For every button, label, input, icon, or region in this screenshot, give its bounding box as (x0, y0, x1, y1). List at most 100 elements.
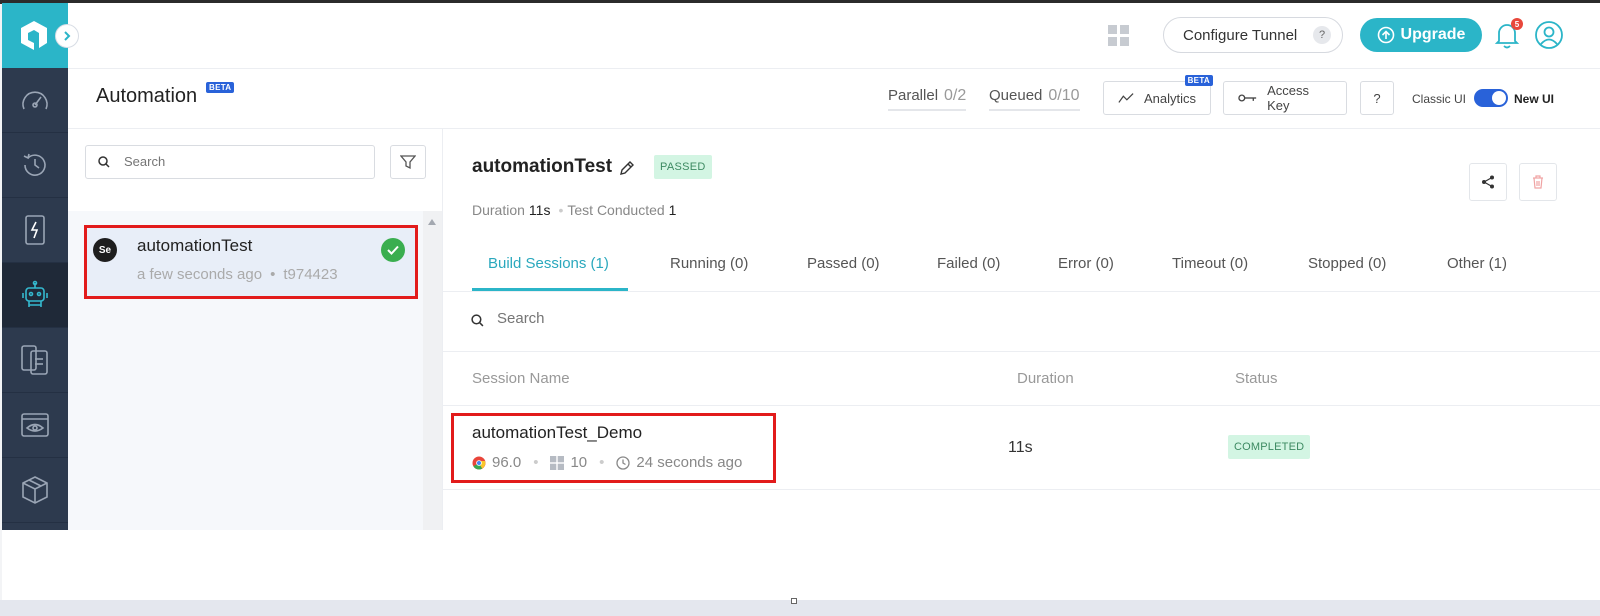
session-tabs: Build Sessions (1) Running (0) Passed (0… (443, 241, 1600, 292)
build-detail-panel: automationTest PASSED Duration 11s • Test C… (443, 129, 1600, 530)
access-key-label: Access Key (1267, 83, 1310, 113)
build-title: automationTest (472, 156, 613, 177)
lambdatest-logo-icon (21, 21, 47, 50)
session-duration: 11s (1008, 439, 1033, 456)
session-status-badge: COMPLETED (1228, 435, 1311, 459)
duration-value: 11s (528, 202, 551, 218)
tab-failed[interactable]: Failed (0) (937, 255, 1000, 272)
notification-badge: 5 (1511, 18, 1523, 30)
key-icon (1238, 94, 1257, 102)
separator-dot: • (599, 454, 605, 471)
column-duration: Duration (1017, 370, 1074, 387)
delete-button[interactable] (1519, 163, 1557, 201)
build-list-item[interactable]: Se automationTest a few seconds ago • t974… (84, 225, 418, 299)
access-key-button[interactable]: Access Key (1223, 81, 1347, 115)
session-name[interactable]: automationTest_Demo (472, 423, 642, 443)
page-title: Automation BETA (96, 82, 235, 108)
share-button[interactable] (1469, 163, 1507, 201)
separator-dot: • (558, 202, 564, 218)
build-status-badge: PASSED (654, 155, 712, 179)
window-bottom-strip (0, 600, 1600, 616)
tab-stopped[interactable]: Stopped (0) (1308, 255, 1386, 272)
robot-icon (22, 280, 48, 307)
app-window: Configure Tunnel ? Upgrade 5 Automation … (2, 3, 1600, 600)
build-list-scrollbar[interactable] (423, 211, 442, 530)
classic-ui-label: Classic UI (1412, 92, 1467, 106)
user-avatar-icon[interactable] (1534, 20, 1564, 50)
nav-item-app-testing[interactable] (2, 198, 68, 263)
chevron-right-icon (64, 31, 71, 41)
nav-item-realtime[interactable] (2, 133, 68, 198)
queued-label: Queued (989, 87, 1043, 104)
page-title-text: Automation (96, 85, 198, 107)
queued-stat: Queued 0/10 (989, 87, 1080, 111)
session-time: 24 seconds ago (636, 454, 743, 471)
tab-error[interactable]: Error (0) (1058, 255, 1114, 272)
session-search-bar[interactable] (443, 291, 1600, 352)
parallel-stat: Parallel 0/2 (888, 87, 967, 111)
table-row[interactable]: automationTest_Demo 96.0 • 10 • 24 secon… (443, 405, 1600, 490)
search-icon (471, 314, 484, 327)
nav-item-dashboard[interactable] (2, 68, 68, 133)
left-nav (2, 3, 68, 530)
analytics-label: Analytics (1143, 90, 1196, 106)
queued-value: 0/10 (1048, 87, 1080, 104)
upgrade-label: Upgrade (1400, 26, 1466, 43)
build-name: automationTest (137, 236, 253, 255)
ui-toggle-switch[interactable] (1474, 89, 1508, 107)
column-session-name: Session Name (472, 370, 570, 387)
line-chart-icon (1118, 93, 1134, 103)
windows-icon (550, 455, 565, 470)
device-clipboard-icon (21, 345, 48, 375)
nav-item-automation[interactable] (2, 263, 68, 328)
nav-item-devices[interactable] (2, 328, 68, 393)
configure-tunnel-label: Configure Tunnel (1183, 26, 1298, 44)
build-meta: a few seconds ago • t974423 (137, 266, 338, 283)
filter-button[interactable] (390, 145, 426, 179)
separator-dot: • (533, 454, 539, 471)
analytics-button[interactable]: Analytics BETA (1103, 75, 1213, 115)
parallel-label: Parallel (888, 87, 939, 104)
top-header: Configure Tunnel ? Upgrade 5 (68, 3, 1600, 69)
apps-grid-icon[interactable] (1108, 25, 1130, 47)
visual-eye-icon (21, 413, 49, 437)
history-clock-icon (23, 153, 46, 176)
help-button[interactable]: ? (1360, 81, 1394, 115)
test-conducted-label: Test Conducted (567, 202, 665, 218)
session-table-header: Session Name Duration Status (443, 351, 1600, 406)
nav-item-visual[interactable] (2, 393, 68, 458)
edit-pencil-icon[interactable] (619, 160, 635, 176)
upgrade-button[interactable]: Upgrade (1360, 18, 1482, 52)
session-search-input[interactable] (495, 309, 899, 328)
scroll-up-arrow-icon[interactable] (428, 219, 436, 225)
build-search-box[interactable] (85, 145, 375, 179)
upgrade-arrow-icon (1377, 26, 1394, 44)
configure-tunnel-button[interactable]: Configure Tunnel ? (1163, 17, 1343, 53)
search-icon (98, 156, 110, 168)
build-time: a few seconds ago (137, 266, 263, 283)
chrome-icon (472, 456, 486, 469)
column-status: Status (1235, 370, 1278, 387)
tab-timeout[interactable]: Timeout (0) (1172, 255, 1248, 272)
selenium-icon: Se (93, 238, 117, 262)
new-ui-label: New UI (1514, 92, 1555, 106)
tab-build-sessions[interactable]: Build Sessions (1) (488, 255, 609, 272)
package-box-icon (22, 476, 48, 504)
build-list-panel: Se automationTest a few seconds ago • t974… (68, 129, 443, 530)
tab-other[interactable]: Other (1) (1447, 255, 1507, 272)
build-search-input[interactable] (122, 153, 366, 170)
tunnel-help-icon[interactable]: ? (1313, 26, 1331, 44)
analytics-beta-badge: BETA (1184, 75, 1213, 86)
tab-passed[interactable]: Passed (0) (807, 255, 880, 272)
mobile-lightning-icon (25, 215, 45, 245)
parallel-value: 0/2 (944, 87, 967, 104)
session-meta: 96.0 • 10 • 24 seconds ago (472, 454, 742, 471)
resize-handle[interactable] (791, 598, 797, 604)
sidebar-expand-button[interactable] (55, 24, 79, 48)
duration-label: Duration (472, 202, 525, 218)
build-id: t974423 (283, 266, 338, 283)
tab-running[interactable]: Running (0) (670, 255, 748, 272)
separator-dot: • (270, 266, 276, 283)
nav-item-integrations[interactable] (2, 458, 68, 523)
filter-funnel-icon (400, 155, 416, 170)
